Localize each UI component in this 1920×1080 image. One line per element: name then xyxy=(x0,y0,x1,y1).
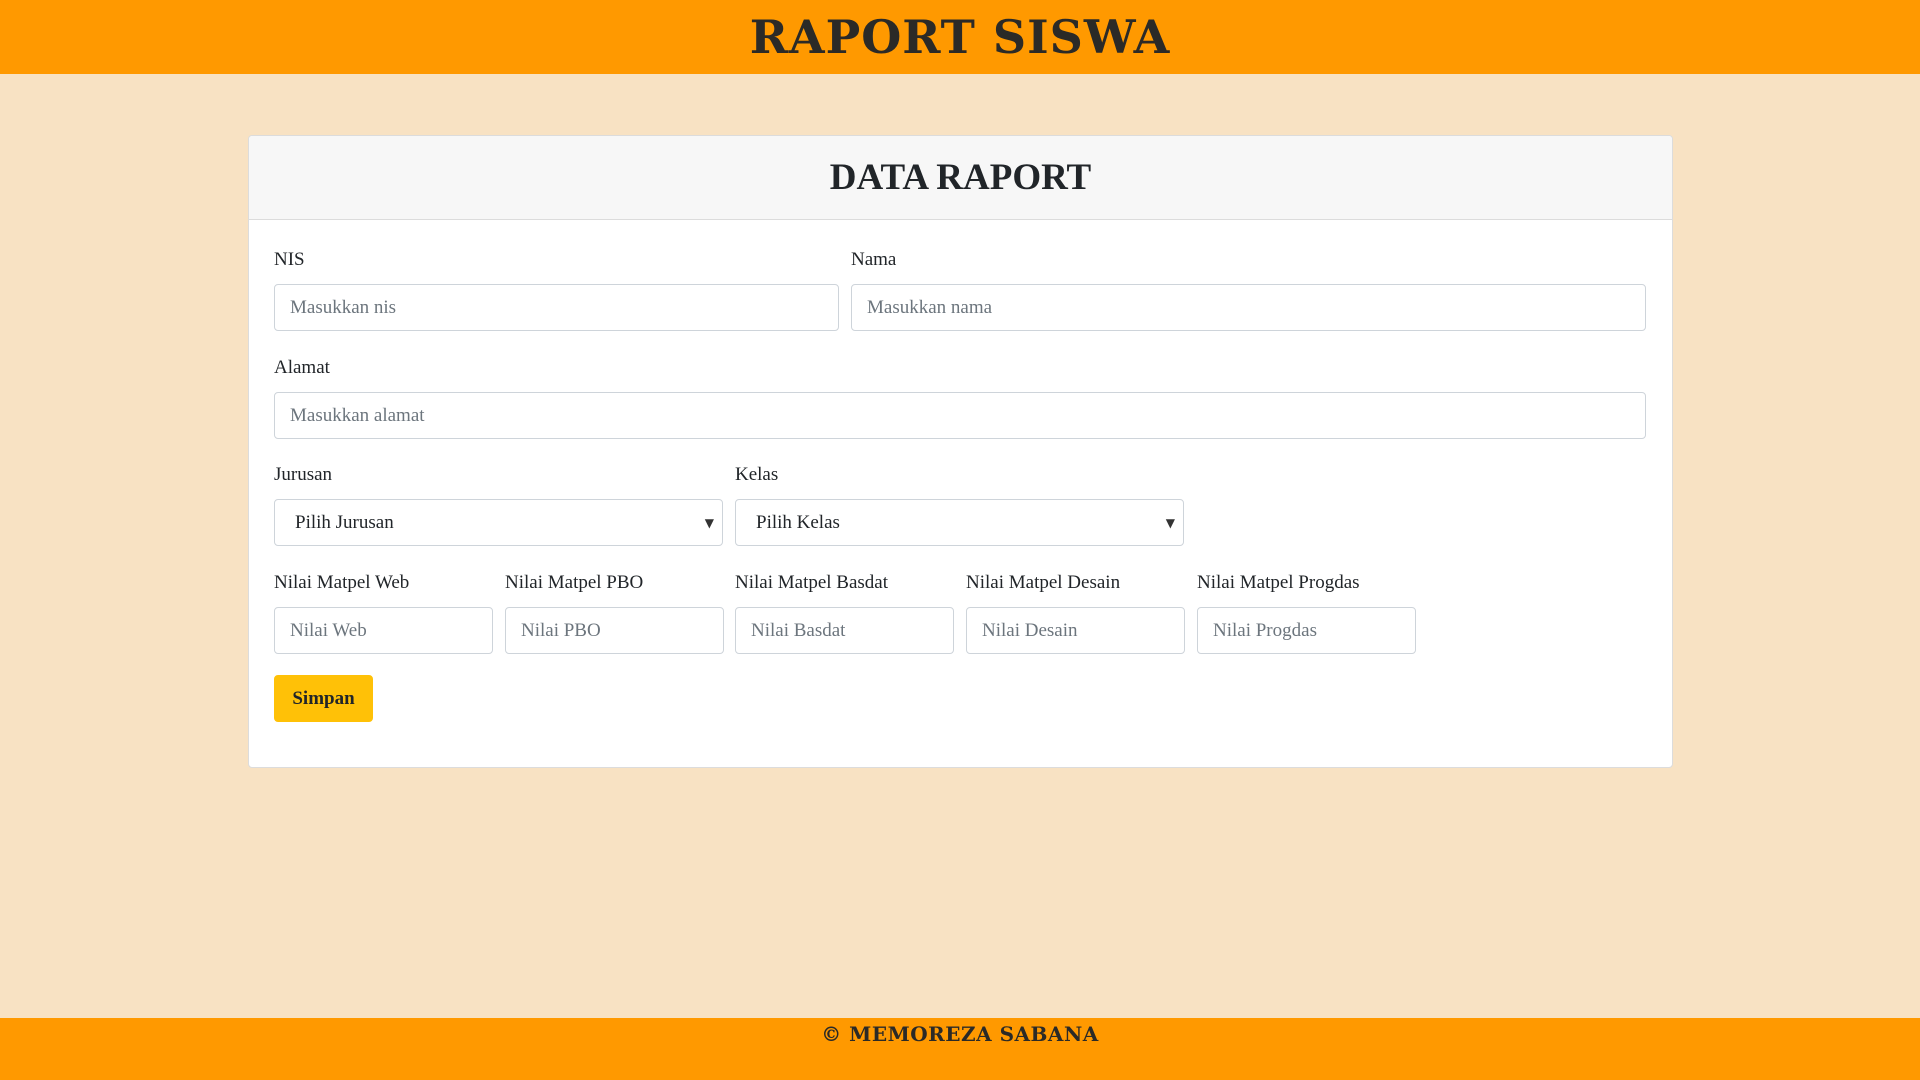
nilai-pbo-input[interactable] xyxy=(505,607,724,654)
nama-input[interactable] xyxy=(851,284,1646,331)
top-header: RAPORT SISWA xyxy=(0,0,1920,74)
nis-input[interactable] xyxy=(274,284,839,331)
nilai-web-label: Nilai Matpel Web xyxy=(274,572,410,593)
nilai-basdat-input[interactable] xyxy=(735,607,954,654)
nilai-web-input[interactable] xyxy=(274,607,493,654)
nilai-basdat-label: Nilai Matpel Basdat xyxy=(735,572,889,593)
caret-down-icon: ▼ xyxy=(704,515,714,530)
nilai-pbo-label: Nilai Matpel PBO xyxy=(505,572,644,593)
nilai-desain-input[interactable] xyxy=(966,607,1185,654)
card-header: DATA RAPORT xyxy=(249,136,1672,220)
nilai-progdas-input[interactable] xyxy=(1197,607,1416,654)
kelas-select[interactable]: Pilih Kelas ▼ xyxy=(735,499,1184,546)
nama-label: Nama xyxy=(851,249,897,270)
alamat-input[interactable] xyxy=(274,392,1646,439)
card-title: DATA RAPORT xyxy=(829,157,1092,198)
site-title: RAPORT SISWA xyxy=(749,10,1171,64)
nis-label: NIS xyxy=(274,249,305,270)
footer: © MEMOREZA SABANA xyxy=(0,1018,1920,1080)
nilai-progdas-label: Nilai Matpel Progdas xyxy=(1197,572,1360,593)
jurusan-label: Jurusan xyxy=(274,464,333,485)
nilai-desain-label: Nilai Matpel Desain xyxy=(966,572,1121,593)
kelas-label: Kelas xyxy=(735,464,779,485)
simpan-button[interactable]: Simpan xyxy=(274,675,373,722)
jurusan-select[interactable]: Pilih Jurusan ▼ xyxy=(274,499,723,546)
footer-copyright: © MEMOREZA SABANA xyxy=(821,1022,1099,1046)
alamat-label: Alamat xyxy=(274,357,330,378)
kelas-selected-value: Pilih Kelas xyxy=(756,511,840,533)
raport-card: DATA RAPORT NIS Nama Alamat Jurusan Pili… xyxy=(248,135,1673,768)
jurusan-selected-value: Pilih Jurusan xyxy=(295,511,394,533)
caret-down-icon: ▼ xyxy=(1165,515,1175,530)
